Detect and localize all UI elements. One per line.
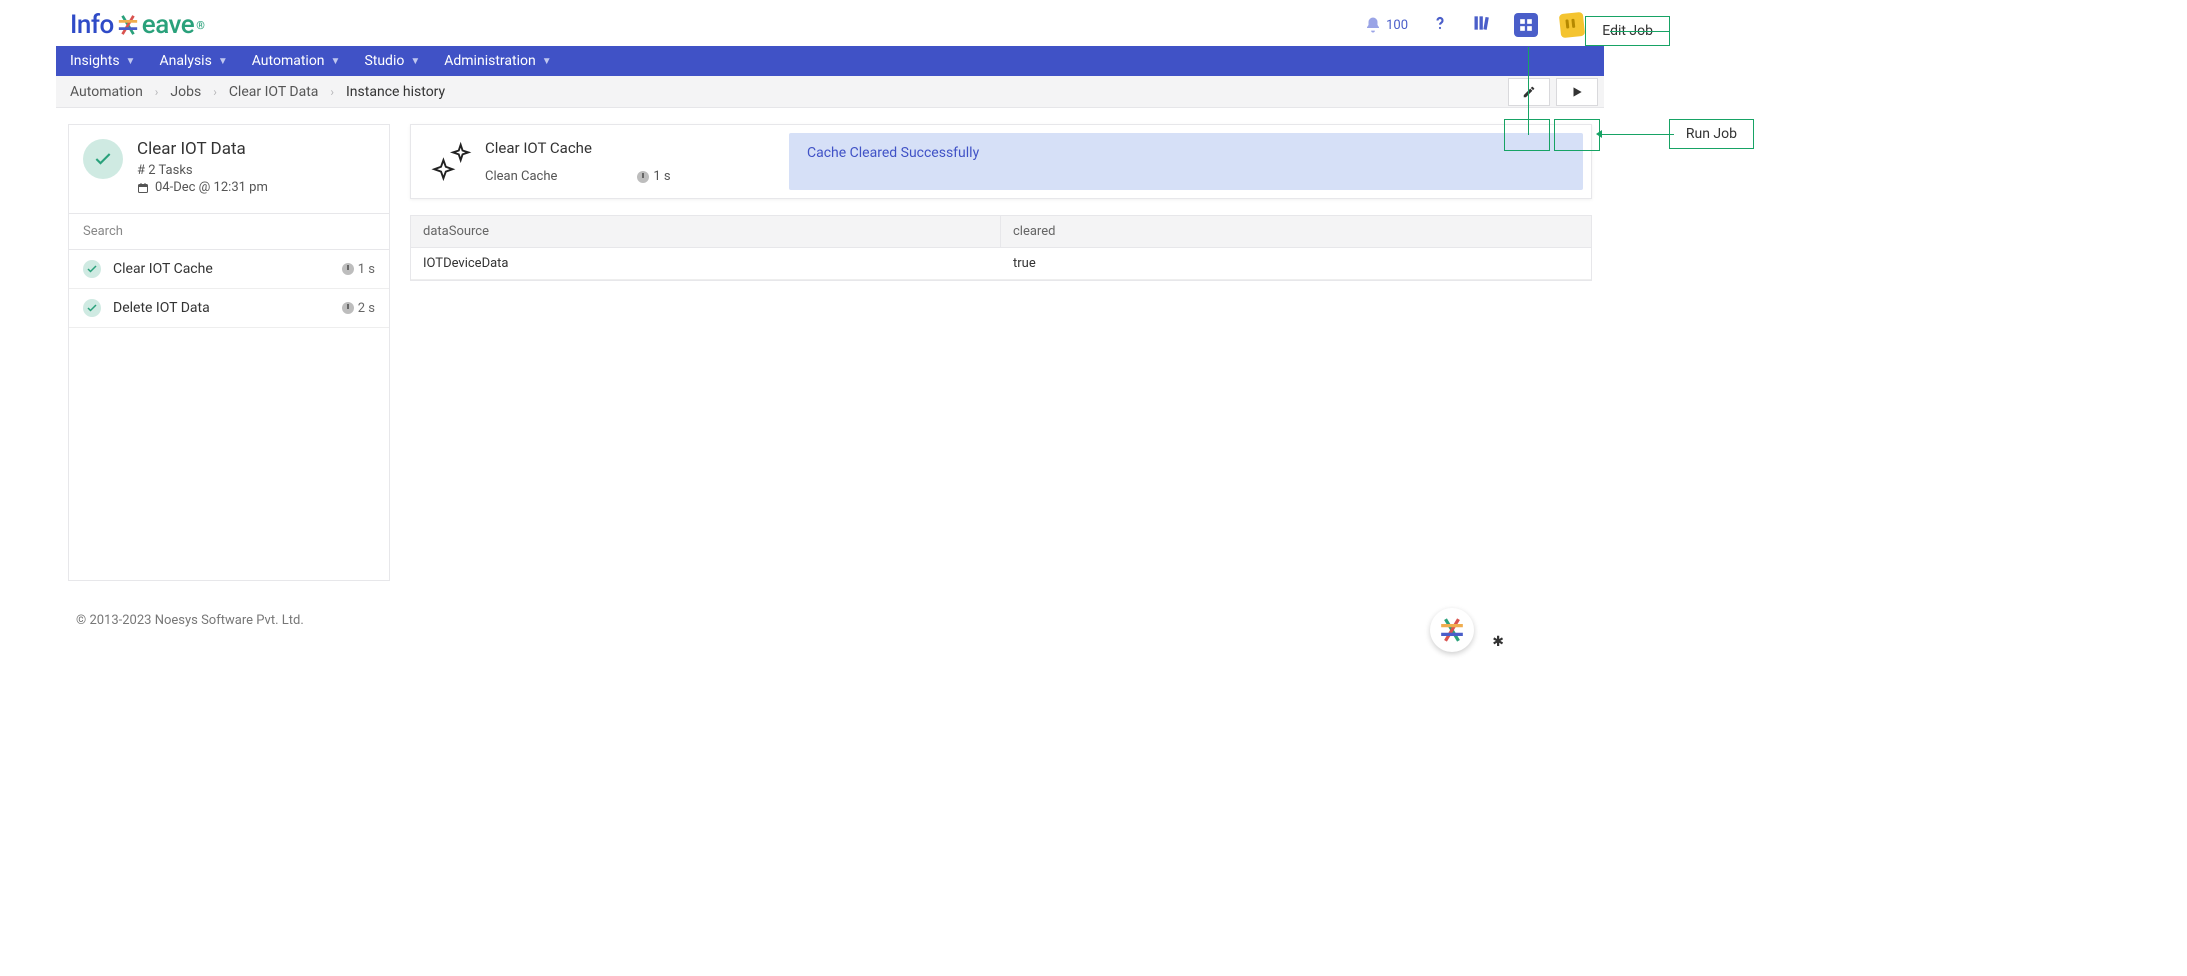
task-name: Delete IOT Data [113, 300, 210, 316]
status-banner: Cache Cleared Successfully [789, 133, 1583, 190]
top-icons: 100 [1364, 13, 1584, 37]
detail-subtitle: Clean Cache [485, 169, 557, 184]
task-row[interactable]: Delete IOT Data 2 s [69, 289, 389, 328]
nav-analysis[interactable]: Analysis▼ [159, 53, 227, 69]
job-title: Clear IOT Data [137, 139, 268, 159]
calendar-icon [137, 182, 149, 194]
logo-prefix: Info [70, 10, 114, 40]
crumb-clear-iot-data[interactable]: Clear IOT Data [229, 84, 319, 100]
col-datasource[interactable]: dataSource [411, 216, 1001, 247]
sparkle-icon [425, 133, 481, 190]
cell-datasource: IOTDeviceData [411, 248, 1001, 279]
table-row[interactable]: IOTDeviceData true [411, 248, 1591, 280]
chevron-down-icon: ▼ [542, 56, 552, 67]
chevron-right-icon: › [213, 85, 217, 99]
callout-line [1528, 47, 1529, 135]
logo-reg: ® [196, 19, 204, 32]
bell-icon [1364, 16, 1382, 34]
detail-panel: Clear IOT Cache Clean Cache 1 s Cache Cl… [410, 124, 1592, 581]
grid-icon [1519, 18, 1533, 32]
edit-job-button[interactable] [1508, 78, 1550, 106]
main-navbar: Insights▼ Analysis▼ Automation▼ Studio▼ … [56, 46, 1604, 76]
notes-button[interactable] [1559, 12, 1585, 38]
check-icon [83, 299, 101, 317]
job-header: Clear IOT Data # 2 Tasks 04-Dec @ 12:31 … [69, 125, 389, 213]
bug-icon[interactable]: ✱ [1492, 634, 1504, 650]
run-job-button[interactable] [1556, 78, 1598, 106]
library-button[interactable] [1472, 13, 1492, 37]
play-icon [1570, 85, 1584, 99]
crumb-instance-history[interactable]: Instance history [346, 84, 445, 100]
job-timestamp: 04-Dec @ 12:31 pm [137, 180, 268, 195]
task-duration: 2 s [342, 301, 375, 316]
cell-cleared: true [1001, 248, 1591, 279]
logo-suffix: eave [142, 10, 194, 40]
check-icon [83, 260, 101, 278]
job-sidebar: Clear IOT Data # 2 Tasks 04-Dec @ 12:31 … [68, 124, 390, 581]
clock-icon [342, 263, 354, 275]
detail-title: Clear IOT Cache [485, 139, 785, 157]
nav-insights[interactable]: Insights▼ [70, 53, 135, 69]
chevron-down-icon: ▼ [410, 56, 420, 67]
clock-icon [637, 171, 649, 183]
detail-duration: 1 s [653, 169, 670, 184]
crumb-automation[interactable]: Automation [70, 84, 143, 100]
callout-line [1610, 31, 1670, 32]
footer-copyright: © 2013-2023 Noesys Software Pvt. Ltd. [56, 597, 1604, 644]
brand-logo[interactable]: Info eave ® [70, 10, 204, 40]
content: Clear IOT Data # 2 Tasks 04-Dec @ 12:31 … [56, 108, 1604, 597]
question-icon [1430, 13, 1450, 33]
notification-count: 100 [1386, 18, 1408, 33]
col-cleared[interactable]: cleared [1001, 216, 1591, 247]
books-icon [1472, 13, 1492, 33]
notifications-button[interactable]: 100 [1364, 16, 1408, 34]
apps-button[interactable] [1514, 13, 1538, 37]
help-button[interactable] [1430, 13, 1450, 37]
job-tasks-count: # 2 Tasks [137, 163, 268, 178]
task-row[interactable]: Clear IOT Cache 1 s [69, 250, 389, 289]
chevron-down-icon: ▼ [331, 56, 341, 67]
clock-icon [342, 302, 354, 314]
nav-studio[interactable]: Studio▼ [364, 53, 420, 69]
chevron-right-icon: › [155, 85, 159, 99]
status-check-icon [83, 139, 123, 179]
search-input[interactable]: Search [69, 213, 389, 250]
table-header: dataSource cleared [411, 216, 1591, 248]
chevron-down-icon: ▼ [126, 56, 136, 67]
chevron-right-icon: › [330, 85, 334, 99]
page-actions [1508, 78, 1598, 106]
floating-brand-button[interactable] [1430, 608, 1474, 652]
topbar: Info eave ® 100 [56, 0, 1604, 46]
chevron-down-icon: ▼ [218, 56, 228, 67]
breadcrumb-bar: Automation › Jobs › Clear IOT Data › Ins… [56, 76, 1604, 108]
callout-line [1600, 134, 1674, 135]
callout-run-job: Run Job [1669, 119, 1754, 149]
arrow-icon [1596, 130, 1602, 138]
result-table: dataSource cleared IOTDeviceData true [410, 215, 1592, 281]
breadcrumb: Automation › Jobs › Clear IOT Data › Ins… [70, 84, 445, 100]
task-duration: 1 s [342, 262, 375, 277]
pencil-icon [1522, 85, 1536, 99]
task-name: Clear IOT Cache [113, 261, 213, 277]
crumb-jobs[interactable]: Jobs [170, 84, 201, 100]
nav-administration[interactable]: Administration▼ [444, 53, 551, 69]
logo-mark-icon [117, 14, 139, 36]
task-detail-card: Clear IOT Cache Clean Cache 1 s Cache Cl… [410, 124, 1592, 199]
nav-automation[interactable]: Automation▼ [252, 53, 341, 69]
